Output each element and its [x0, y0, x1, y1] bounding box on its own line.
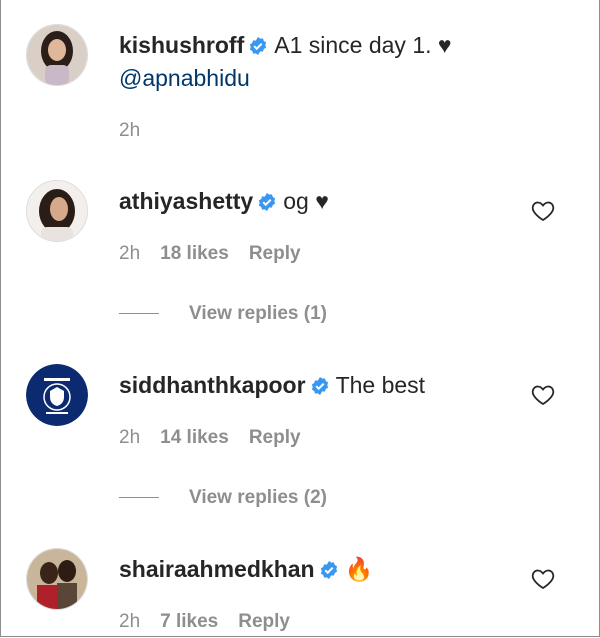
timestamp[interactable]: 2h	[119, 611, 140, 632]
comment-meta: 2h 7 likes Reply	[119, 611, 310, 633]
view-replies-button[interactable]: View replies (2)	[119, 487, 327, 509]
timestamp[interactable]: 2h	[119, 120, 140, 141]
verified-badge-icon	[248, 33, 268, 63]
likes-count[interactable]: 14 likes	[160, 427, 229, 448]
reply-button[interactable]: Reply	[238, 611, 290, 632]
verified-badge-icon	[319, 557, 339, 587]
comment-line: athiyashetty og ♥	[119, 186, 329, 219]
view-replies-label: View replies (1)	[189, 303, 327, 324]
reply-button[interactable]: Reply	[249, 243, 301, 264]
timestamp[interactable]: 2h	[119, 427, 140, 448]
username[interactable]: shairaahmedkhan	[119, 556, 315, 582]
avatar[interactable]	[26, 24, 88, 86]
comments-panel: kishushroff A1 since day 1. ♥ @apnabhidu …	[0, 0, 600, 637]
replies-divider	[119, 313, 159, 315]
like-heart-icon[interactable]	[531, 568, 555, 595]
comment-text: A1 since day 1. ♥	[274, 32, 452, 58]
view-replies-label: View replies (2)	[189, 487, 327, 508]
comment-text: og ♥	[283, 188, 329, 214]
avatar[interactable]	[26, 364, 88, 426]
verified-badge-icon	[257, 189, 277, 219]
comment-text: 🔥	[344, 556, 374, 582]
username[interactable]: siddhanthkapoor	[119, 372, 306, 398]
timestamp[interactable]: 2h	[119, 243, 140, 264]
comment-line: shairaahmedkhan 🔥	[119, 554, 373, 587]
like-heart-icon[interactable]	[531, 200, 555, 227]
reply-button[interactable]: Reply	[249, 427, 301, 448]
avatar[interactable]	[26, 548, 88, 610]
like-heart-icon[interactable]	[531, 384, 555, 411]
comment-meta: 2h 18 likes Reply	[119, 243, 321, 265]
comment-meta: 2h	[119, 120, 160, 142]
view-replies-button[interactable]: View replies (1)	[119, 303, 327, 325]
avatar[interactable]	[26, 180, 88, 242]
replies-divider	[119, 497, 159, 499]
username[interactable]: kishushroff	[119, 32, 244, 58]
likes-count[interactable]: 18 likes	[160, 243, 229, 264]
comment-line: kishushroff A1 since day 1. ♥	[119, 30, 452, 63]
likes-count[interactable]: 7 likes	[160, 611, 218, 632]
username[interactable]: athiyashetty	[119, 188, 253, 214]
comment-line: siddhanthkapoor The best	[119, 370, 425, 403]
comment-text: The best	[335, 372, 426, 398]
mention-link[interactable]: @apnabhidu	[119, 63, 250, 93]
comment-meta: 2h 14 likes Reply	[119, 427, 321, 449]
verified-badge-icon	[310, 373, 330, 403]
